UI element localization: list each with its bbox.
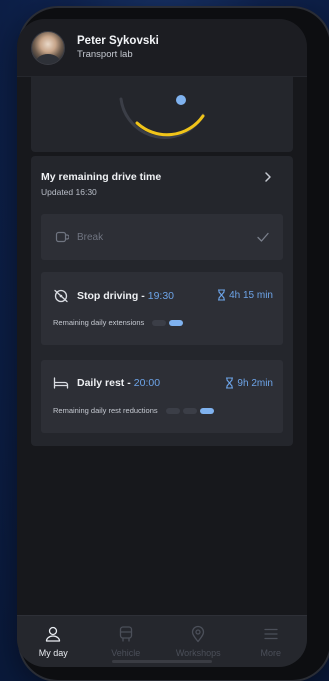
gauge-track [119, 97, 205, 139]
hourglass-icon [226, 377, 234, 389]
daily-rest-header: Daily rest - 20:00 [53, 377, 160, 389]
stop-driving-duration: 4h 15 min [229, 289, 273, 301]
rest-reductions-label: Remaining daily rest reductions [53, 406, 158, 415]
stop-driving-title: Stop driving [77, 290, 139, 302]
daily-rest-title: Daily rest [77, 377, 125, 389]
no-driving-icon [54, 289, 68, 303]
drive-title: My remaining drive time [41, 171, 162, 183]
stop-driving-time: 19:30 [147, 290, 175, 302]
daily-rest-separator: - [127, 377, 131, 389]
tab-label: My day [38, 648, 68, 658]
hourglass-icon [218, 289, 226, 301]
app-screen: Peter Sykovski Transport lab My remainin… [17, 19, 307, 667]
truck-icon [119, 626, 132, 642]
bed-icon [53, 377, 69, 389]
tab-my-day[interactable]: My day [17, 625, 89, 658]
pill-used [152, 319, 167, 326]
gauge-dot [176, 95, 186, 105]
pill-available [169, 319, 184, 326]
tab-label: More [260, 648, 281, 658]
chevron-right-icon[interactable] [261, 170, 275, 184]
stop-driving-duration-group: 4h 15 min [217, 289, 273, 301]
tab-vehicle[interactable]: Vehicle [90, 625, 162, 658]
daily-extensions-pills [152, 319, 186, 326]
check-icon [257, 232, 269, 242]
daily-rest-duration-group: 9h 2min [225, 377, 273, 389]
tab-label: Workshops [175, 648, 221, 658]
break-label: Break [77, 231, 104, 243]
tab-more[interactable]: More [235, 625, 307, 658]
pill-used [165, 407, 180, 414]
user-org: Transport lab [77, 49, 133, 60]
stop-driving-header: Stop driving - 19:30 [53, 289, 174, 303]
stop-driving-box[interactable]: Stop driving - 19:30 4h 15 min Remaining… [41, 272, 283, 345]
daily-rest-duration: 9h 2min [237, 377, 273, 389]
rest-reductions-pills [165, 407, 217, 414]
daily-rest-box[interactable]: Daily rest - 20:00 9h 2min Remaining dai… [41, 360, 283, 433]
person-icon [46, 626, 61, 642]
menu-icon [264, 628, 278, 640]
tab-workshops[interactable]: Workshops [162, 625, 234, 658]
remaining-drive-card[interactable]: My remaining drive time Updated 16:30 Br… [31, 156, 293, 446]
pill-available [199, 407, 214, 414]
daily-extensions-label: Remaining daily extensions [53, 318, 145, 327]
gauge-progress [135, 114, 205, 137]
location-pin-icon [192, 625, 205, 643]
home-indicator [112, 660, 212, 663]
pill-used [182, 407, 197, 414]
daily-extensions-row: Remaining daily extensions [53, 318, 186, 327]
stop-driving-separator: - [141, 290, 145, 302]
user-name: Peter Sykovski [77, 35, 159, 47]
tab-label: Vehicle [111, 648, 141, 658]
rest-reductions-row: Remaining daily rest reductions [53, 406, 217, 415]
break-icon [55, 231, 69, 243]
daily-rest-time: 20:00 [133, 377, 161, 389]
user-info: Peter Sykovski Transport lab [77, 35, 159, 60]
profile-header[interactable]: Peter Sykovski Transport lab [17, 19, 307, 77]
break-row[interactable]: Break [41, 214, 283, 260]
avatar[interactable] [31, 30, 65, 65]
drive-updated: Updated 16:30 [41, 187, 97, 197]
